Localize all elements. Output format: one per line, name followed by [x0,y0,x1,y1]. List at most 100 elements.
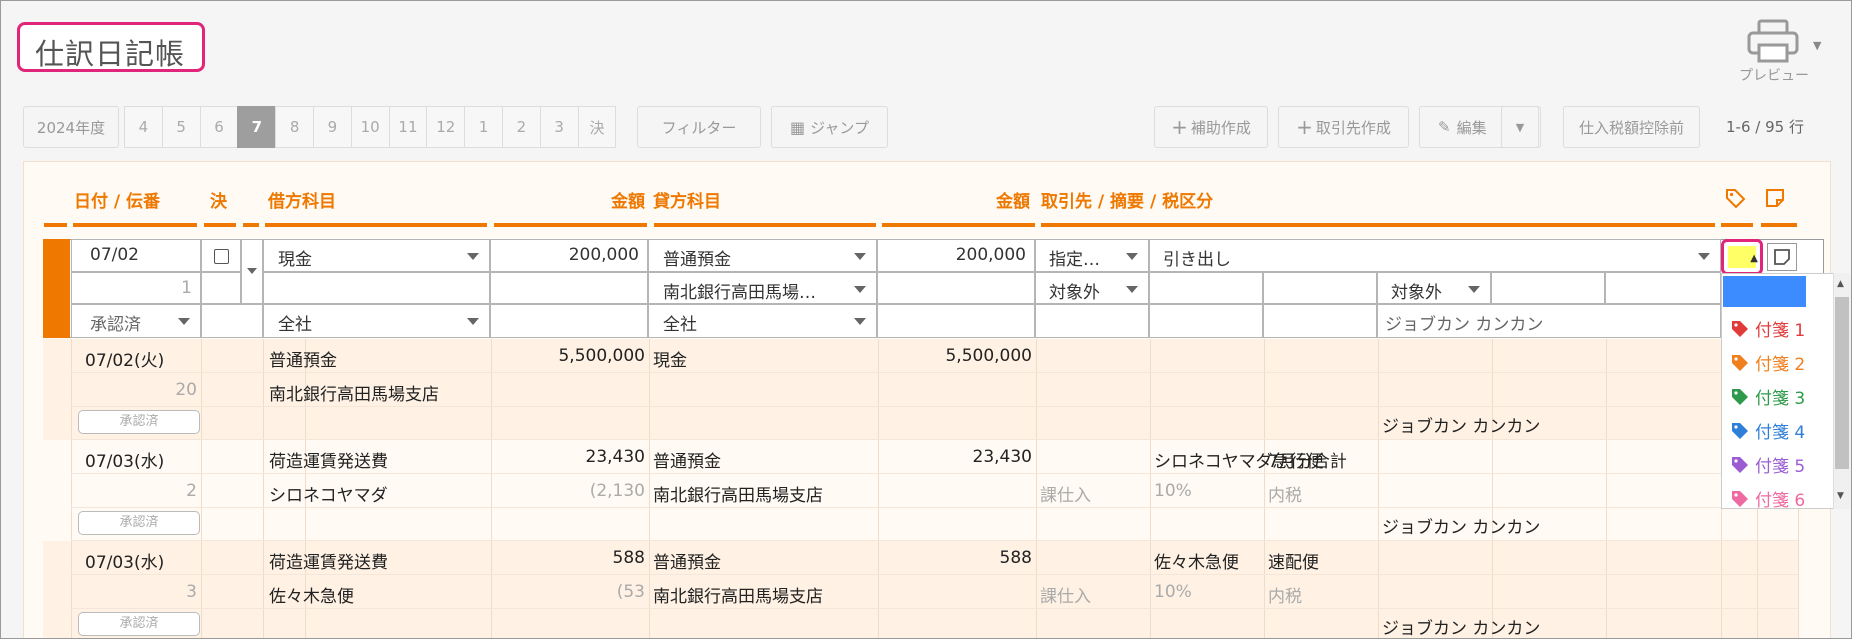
debit-tax-input[interactable] [490,272,648,304]
status-badge[interactable]: 承認済 [78,410,200,434]
row-date: 07/02(火) [85,351,165,371]
tax-type-select[interactable] [1263,272,1377,304]
tag-option[interactable]: 付箋 4 [1730,418,1805,443]
tag-option-none[interactable] [1723,276,1806,307]
row-user: ジョブカン カンカン [1382,417,1541,437]
client-create-button[interactable]: + 取引先作成 [1278,106,1409,148]
month-button[interactable]: 3 [539,106,579,148]
plus-icon: + [1296,115,1313,139]
preview-caret-icon[interactable]: ▼ [1813,39,1821,52]
row-tax-rate: 10% [1154,582,1192,602]
tag-column-icon[interactable] [1724,187,1746,209]
table-row[interactable]: 07/03(水) 3 承認済 荷造運賃発送費 佐々木急便 588 (53 普通預金 南北銀行高田… [43,541,1799,639]
table-row[interactable]: 07/03(水) 2 承認済 荷造運賃発送費 シロネコヤマダ 23,430 (2,130 普通… [43,440,1799,541]
tag-option[interactable]: 付箋 3 [1730,384,1805,409]
credit-department-select[interactable]: 全社 [648,304,877,338]
tax-category-select[interactable]: 対象外 [1035,272,1149,304]
edit-dropdown-caret-icon[interactable]: ▼ [1501,106,1539,148]
row-tax-type: 内税 [1268,486,1302,506]
tag-icon [1732,422,1748,439]
tax-rate-select[interactable] [1149,272,1263,304]
credit-tax-input[interactable] [877,272,1035,304]
row-credit-account: 普通預金 [653,452,721,472]
client-create-label: 取引先作成 [1315,118,1391,137]
filter-button[interactable]: フィルター [637,106,761,148]
month-button[interactable]: 5 [161,106,201,148]
printer-icon[interactable] [1743,19,1803,65]
month-button[interactable]: 8 [275,106,314,148]
row-debit-sub: シロネコヤマダ [269,486,388,506]
credit-tax-category-select[interactable]: 対象外 [1377,272,1491,304]
row-debit-sub: 南北銀行高田馬場支店 [269,385,439,405]
credit-tax-type-select[interactable] [1605,272,1721,304]
fiscal-year-button[interactable]: 2024年度 [23,106,119,148]
summary-input[interactable]: 引き出し [1149,239,1721,272]
row-tax-rate: 10% [1154,481,1192,501]
row-debit-sub: 佐々木急便 [269,587,354,607]
active-row-marker [43,239,70,338]
credit-sub-account-select[interactable]: 南北銀行高田馬場… [648,272,877,304]
month-button[interactable]: 1 [464,106,503,148]
sub-account-create-button[interactable]: + 補助作成 [1154,106,1268,148]
debit-sub-account-select[interactable] [263,272,490,304]
edit-extra-3 [1263,304,1377,338]
month-button[interactable]: 9 [312,106,352,148]
credit-account-select[interactable]: 普通預金 [648,239,877,272]
edit-extra-2 [1149,304,1263,338]
header-debit-amount: 金額 [611,192,645,212]
month-button[interactable]: 12 [426,106,466,148]
tag-option-label: 付箋 3 [1755,389,1806,409]
debit-department-select[interactable]: 全社 [263,304,490,338]
settle-checkbox[interactable] [214,249,229,264]
debit-account-select[interactable]: 現金 [263,239,490,272]
scroll-thumb[interactable] [1835,297,1849,469]
month-button[interactable]: 決 [577,106,617,148]
debit-amount-input[interactable]: 200,000 [490,239,648,272]
scroll-up-icon[interactable]: ▲ [1837,279,1844,289]
row-user: ジョブカン カンカン [1382,619,1541,639]
tag-icon [1732,354,1748,371]
month-button[interactable]: 6 [199,106,239,148]
row-tax-category: 課仕入 [1040,486,1091,506]
credit-amount-input[interactable]: 200,000 [877,239,1035,272]
row-date: 07/03(水) [85,452,165,472]
plus-icon: + [1171,115,1188,139]
tag-option[interactable]: 付箋 1 [1730,316,1805,341]
row-credit-amount: 5,500,000 [945,346,1032,366]
table-row[interactable]: 07/02(火) 20 承認済 普通預金 南北銀行高田馬場支店 5,500,000 現金 5,… [43,339,1799,440]
memo-column-icon[interactable] [1764,187,1786,209]
status-badge[interactable]: 承認済 [78,511,200,535]
row-credit-amount: 23,430 [972,447,1032,467]
tag-select-button[interactable]: ▲ [1721,239,1763,275]
row-credit-account: 普通預金 [653,553,721,573]
voucher-number-input[interactable]: 1 [71,272,201,304]
client-select[interactable]: 指定… [1035,239,1149,272]
tag-option[interactable]: 付箋 5 [1730,452,1805,477]
tag-option-label: 付箋 5 [1755,457,1806,477]
scroll-down-icon[interactable]: ▼ [1837,491,1844,501]
month-button[interactable]: 7 [237,106,277,148]
row-range: 1-6 / 95 行 [1726,118,1804,136]
memo-button[interactable] [1767,243,1797,271]
month-button[interactable]: 11 [388,106,428,148]
month-button[interactable]: 10 [350,106,390,148]
pencil-icon: ✎ [1438,118,1451,136]
tax-deduction-toggle[interactable]: 仕入税額控除前 [1563,106,1700,148]
jump-button[interactable]: ▦ ジャンプ [771,106,888,148]
date-input[interactable]: 07/02 [71,239,201,272]
month-selector: 4 5 6 7 8 9 10 11 12 1 2 3 決 [124,106,617,148]
row-debit-tax: (53 [616,582,645,602]
tag-option[interactable]: 付箋 6 [1730,486,1805,511]
month-button[interactable]: 2 [501,106,541,148]
credit-tax-rate-select[interactable] [1491,272,1605,304]
tag-option[interactable]: 付箋 2 [1730,350,1805,375]
settle-empty [201,304,263,338]
tag-icon [1732,320,1748,337]
status-select[interactable]: 承認済 [71,304,201,338]
status-badge[interactable]: 承認済 [78,612,200,636]
row-voucher-number: 2 [186,481,197,501]
row-date: 07/03(水) [85,553,165,573]
month-button[interactable]: 4 [124,106,163,148]
row-expand-toggle[interactable] [241,239,263,304]
settle-empty [201,272,241,304]
